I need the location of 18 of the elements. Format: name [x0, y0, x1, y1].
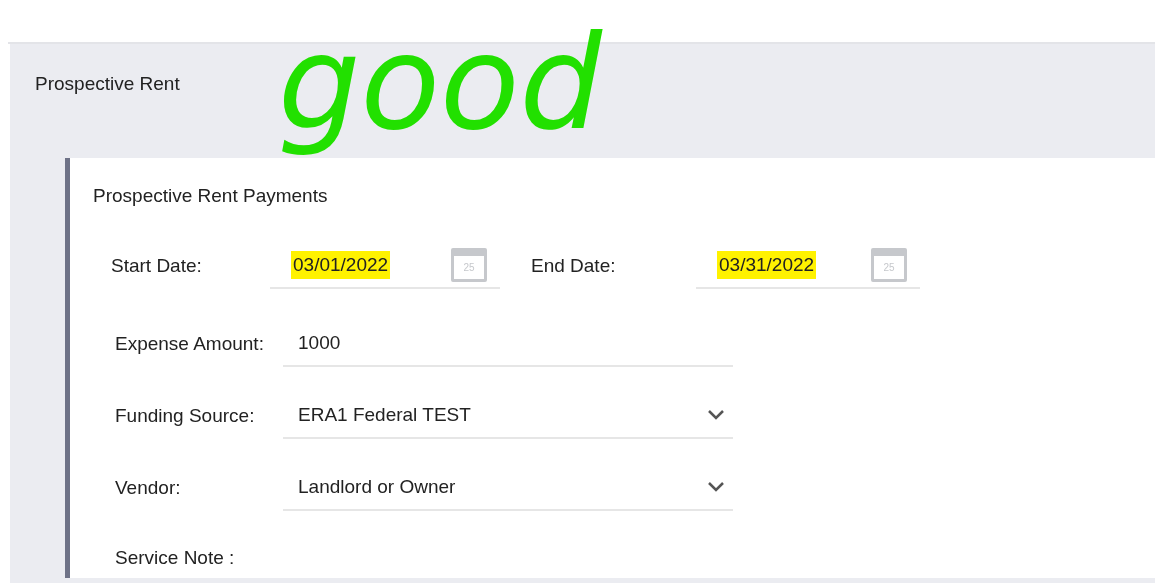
date-field[interactable]: 03/31/2022 25	[696, 243, 920, 289]
dropdown-field[interactable]: ERA1 Federal TEST	[283, 393, 733, 439]
card-title: Prospective Rent Payments	[93, 183, 329, 208]
field-label: Funding Source:	[115, 403, 256, 428]
date-value: 03/31/2022	[717, 250, 817, 280]
chevron-down-icon[interactable]	[707, 409, 725, 421]
chevron-down-icon[interactable]	[707, 481, 725, 493]
handwritten-annotation: good	[277, 6, 604, 161]
field-label: Start Date:	[111, 253, 203, 278]
section-title: Prospective Rent	[35, 72, 181, 96]
field-label: Vendor:	[115, 475, 182, 500]
field-label: Expense Amount:	[115, 331, 265, 356]
dropdown-field[interactable]: Landlord or Owner	[283, 465, 733, 511]
date-value: 03/01/2022	[291, 250, 391, 280]
field-label: End Date:	[531, 253, 617, 278]
input-field[interactable]: 1000	[283, 321, 733, 367]
date-field[interactable]: 03/01/2022 25	[270, 243, 500, 289]
field-label: Service Note :	[115, 546, 236, 570]
